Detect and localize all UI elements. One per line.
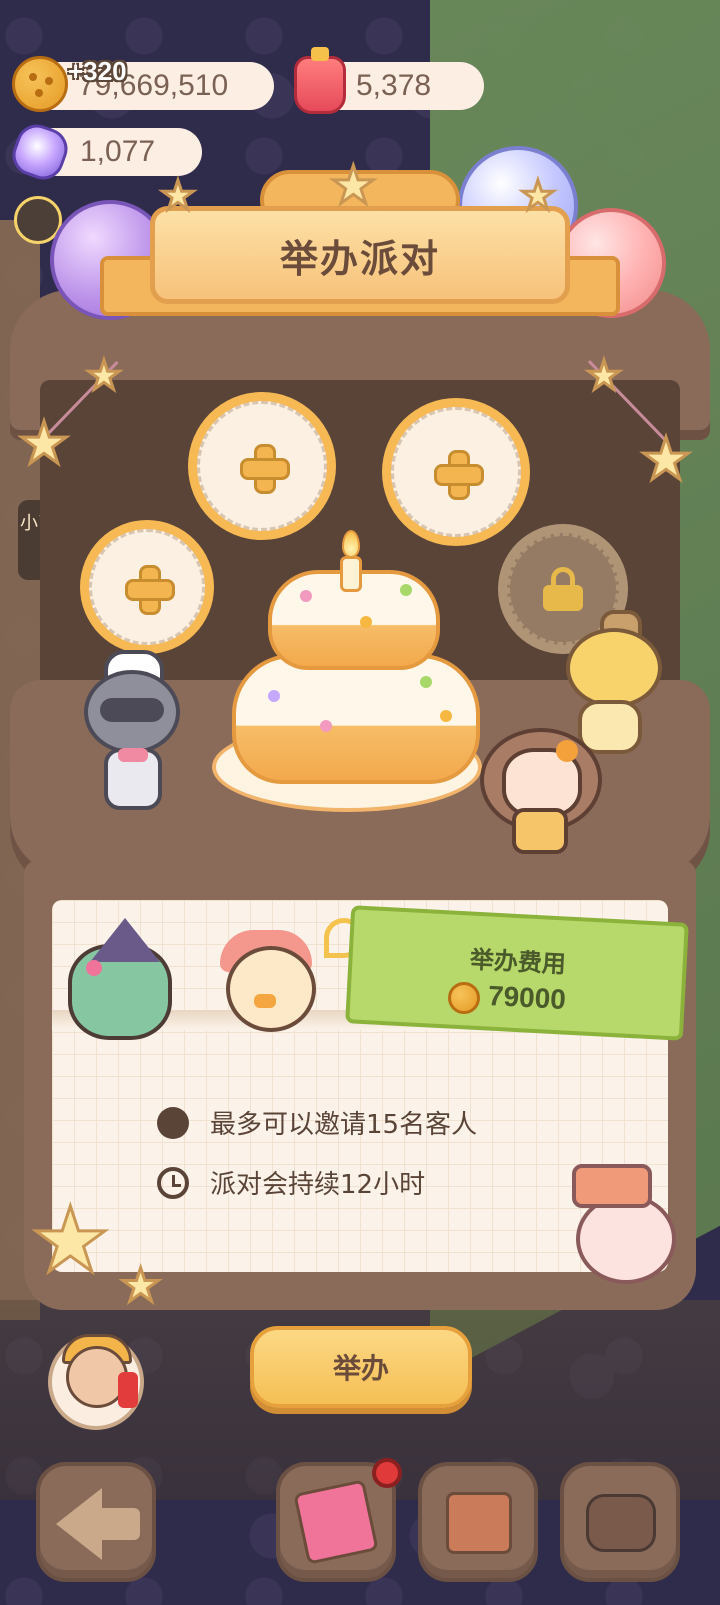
- slot-inner: [391, 407, 521, 537]
- sprinkle: [420, 676, 432, 688]
- furniture-icon: [586, 1494, 656, 1552]
- jam-jar-icon: [294, 47, 346, 114]
- guest-slot-1[interactable]: [188, 392, 336, 540]
- plus-icon: [240, 444, 290, 494]
- garland-star-icon: ★: [639, 425, 694, 493]
- guest-slot-2[interactable]: [382, 398, 530, 546]
- star-icon: ★: [329, 156, 379, 216]
- duration-row: 派对会持续12小时: [156, 1164, 425, 1201]
- sprinkle: [400, 584, 412, 596]
- chick-guest-avatar: [226, 946, 316, 1032]
- candle-icon: [340, 556, 362, 592]
- cookie-coin-icon: [448, 982, 480, 1014]
- sprinkle: [440, 710, 452, 722]
- flower-icon: [86, 960, 102, 976]
- plus-icon: [434, 450, 484, 500]
- jam-amount: 5,378: [356, 69, 432, 102]
- flower-icon: [556, 740, 578, 762]
- build-icon: [446, 1492, 512, 1554]
- plus-icon: [125, 565, 175, 615]
- crystal-amount: 1,077: [80, 135, 156, 168]
- garland-star-icon: ★: [85, 353, 124, 399]
- slot-inner: [197, 401, 327, 531]
- cost-value: 79000: [487, 979, 567, 1016]
- alert-icon: [118, 1372, 138, 1408]
- alarm-clock-icon: [156, 1166, 190, 1200]
- coin-gain-popup: +320: [68, 56, 127, 86]
- sprinkle: [320, 720, 332, 732]
- host-party-button[interactable]: 举办: [250, 1326, 472, 1408]
- notification-dot: [372, 1458, 402, 1488]
- back-arrow-tail: [96, 1508, 140, 1540]
- cost-label: 举办费用: [469, 945, 567, 979]
- guests-icon: [156, 1106, 190, 1140]
- decorate-icon: [293, 1479, 379, 1565]
- top-hat: [572, 1164, 652, 1208]
- duration-text: 派对会持续12小时: [210, 1170, 426, 1200]
- bow-tie: [118, 748, 148, 762]
- cat-character: [566, 628, 662, 708]
- sprinkle: [360, 616, 372, 628]
- star-icon: ★: [159, 173, 198, 219]
- flame-icon: [342, 530, 360, 558]
- cookie-coin-icon: [12, 56, 68, 112]
- girl-body: [512, 808, 568, 854]
- guest-slot-3[interactable]: [80, 520, 214, 654]
- slot-inner: [89, 529, 205, 645]
- sprinkle: [268, 690, 280, 702]
- star-icon: ★: [29, 1188, 113, 1293]
- guest-limit-text: 最多可以邀请15名客人: [210, 1110, 478, 1140]
- star-icon: ★: [118, 1258, 162, 1312]
- beak: [254, 994, 276, 1008]
- garland-star-icon: ★: [17, 409, 72, 477]
- star-icon: ★: [519, 173, 558, 219]
- raccoon-mask: [100, 698, 164, 722]
- lock-icon: [543, 567, 583, 611]
- party-title: 举办派对: [279, 236, 440, 281]
- garland-star-icon: ★: [585, 353, 624, 399]
- sprinkle: [300, 590, 312, 602]
- guest-limit-row: 最多可以邀请15名客人: [156, 1104, 477, 1141]
